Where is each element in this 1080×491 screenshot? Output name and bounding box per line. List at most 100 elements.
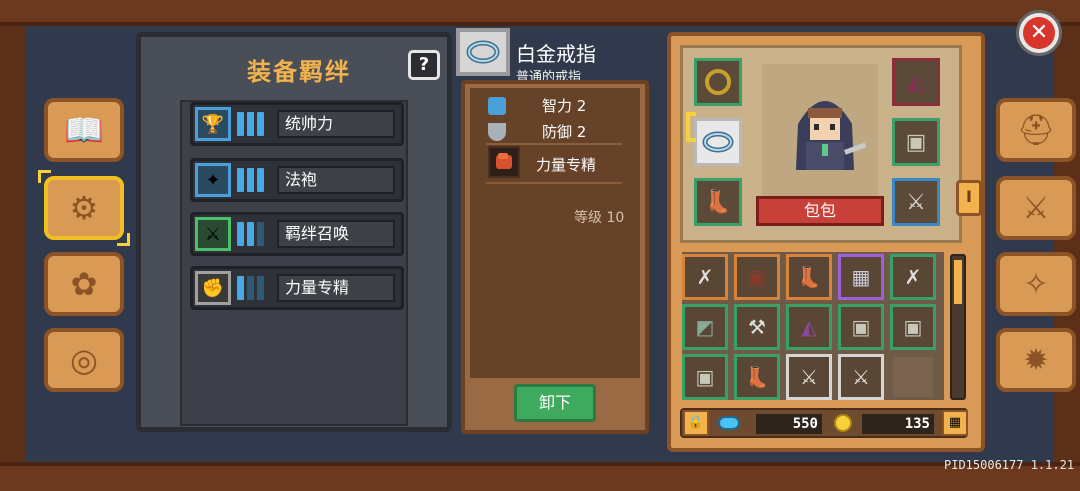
frame-left	[0, 26, 26, 462]
inventory-slot[interactable]: ✗	[890, 254, 936, 300]
ring-icon	[466, 40, 500, 64]
tab-vehicle[interactable]: ◎	[44, 328, 124, 392]
fist-icon: ✊	[195, 271, 231, 305]
book-icon: 📖	[64, 111, 104, 149]
compass-icon: ✧	[1023, 266, 1049, 302]
inventory-slot[interactable]: 👢	[786, 254, 832, 300]
ring-icon	[705, 69, 731, 95]
coin-icon	[834, 414, 852, 432]
crossbow-icon: ⚔	[800, 365, 818, 389]
boots-slot[interactable]: 👢	[694, 178, 742, 226]
frame-bottom	[0, 462, 1080, 491]
help-button[interactable]: ?	[408, 50, 440, 80]
divider	[486, 182, 622, 184]
lock-icon: 🔒	[687, 415, 705, 430]
inventory-slot[interactable]: ▣	[838, 304, 884, 350]
item-name: 白金戒指	[516, 42, 596, 66]
defense-shield-icon	[488, 122, 506, 141]
bond-row[interactable]: ✦ 法袍	[190, 158, 404, 202]
unequip-button[interactable]: 卸下	[514, 384, 596, 422]
scrollbar-thumb[interactable]	[954, 260, 962, 304]
gem-count: 550	[756, 414, 822, 434]
bond-list	[180, 100, 408, 426]
grid-icon: ▦	[948, 415, 962, 430]
steering-wheel-icon: ◎	[70, 341, 98, 379]
inventory-slot[interactable]: ◭	[786, 304, 832, 350]
axe-icon: ⚒	[748, 315, 766, 339]
cloak-slot[interactable]: ◭	[892, 58, 940, 106]
inventory-slot[interactable]: 👢	[734, 354, 780, 400]
inventory-scrollbar[interactable]	[950, 254, 966, 400]
bond-row[interactable]: 🏆 统帅力	[190, 102, 404, 146]
skill-name: 力量专精	[536, 156, 597, 174]
inventory-slot[interactable]: ◩	[682, 304, 728, 350]
tab-book[interactable]: 📖	[44, 98, 124, 162]
tab-equipment[interactable]: ⛑	[996, 98, 1076, 162]
inventory-slot[interactable]: ⚔	[838, 354, 884, 400]
hood-icon: ◭	[801, 315, 817, 339]
gem-icon	[718, 416, 740, 430]
inventory-slot[interactable]: ▣	[682, 354, 728, 400]
bond-row-label: 统帅力	[277, 110, 395, 138]
lock-button[interactable]: 🔒	[683, 410, 709, 436]
pet-icon: ✿	[70, 265, 98, 303]
coin-count: 135	[862, 414, 934, 434]
inventory-slot[interactable]: ▣	[890, 304, 936, 350]
bag-banner[interactable]: 包包	[756, 196, 884, 226]
trophy-icon: 🏆	[195, 107, 231, 141]
helmet-icon: ⛑	[1016, 112, 1056, 148]
bond-progress-bars	[237, 222, 264, 246]
armor-icon: ▣	[905, 129, 927, 155]
version-label: PID15006177 1.1.21	[944, 458, 1075, 472]
item-level: 等级 10	[574, 210, 625, 226]
inventory-slot[interactable]: ⚔	[786, 354, 832, 400]
armor-icon: ▣	[747, 265, 767, 289]
bond-row-label: 法袍	[277, 166, 395, 194]
crossbow-icon: ✗	[904, 265, 922, 289]
ring-slot-1[interactable]	[694, 58, 742, 106]
bond-row-label: 羁绊召唤	[277, 220, 395, 248]
fist-icon	[488, 146, 520, 178]
boots-icon: 👢	[796, 265, 822, 289]
armor-slot[interactable]: ▣	[892, 118, 940, 166]
crossed-swords-icon: ⚔	[1022, 190, 1050, 226]
summon-sword-icon: ⚔	[195, 217, 231, 251]
armor-icon: ▣	[695, 365, 715, 389]
close-icon: ✕	[1023, 17, 1055, 49]
inventory-slot[interactable]: ✗	[682, 254, 728, 300]
sort-button[interactable]: ▦	[942, 410, 968, 436]
tab-settings[interactable]: ✹	[996, 328, 1076, 392]
armor-icon: ▣	[903, 315, 923, 339]
ring-slot-2[interactable]	[694, 118, 742, 166]
bond-progress-bars	[237, 112, 264, 136]
chainmail-icon: ▦	[851, 265, 871, 289]
inventory-slot[interactable]: ▦	[838, 254, 884, 300]
tab-skills[interactable]: ✧	[996, 252, 1076, 316]
hood-icon: ◭	[907, 69, 925, 95]
character-avatar	[796, 101, 866, 170]
bond-progress-bars	[237, 276, 264, 300]
ring-icon	[702, 131, 734, 153]
cape-icon: ◩	[695, 315, 715, 339]
robe-icon: ✦	[195, 163, 231, 197]
armor-icon: ▣	[851, 315, 871, 339]
close-button[interactable]: ✕	[1016, 10, 1062, 56]
selection-marker	[686, 112, 696, 142]
bond-row-label: 力量专精	[277, 274, 395, 302]
bond-progress-bars	[237, 168, 264, 192]
gear-icon: ✹	[1023, 342, 1049, 378]
tab-pet[interactable]: ✿	[44, 252, 124, 316]
inventory-slot-empty[interactable]	[890, 354, 936, 400]
inventory-slot[interactable]: ⚒	[734, 304, 780, 350]
bond-title: 装备羁绊	[247, 58, 351, 86]
tab-equipment-bond[interactable]: ⚙	[38, 170, 130, 246]
sword-icon: ⚔	[906, 189, 926, 215]
inventory-slot[interactable]: ▣	[734, 254, 780, 300]
equipment-bond-icon: ⚙	[69, 189, 99, 227]
tab-weapons[interactable]: ⚔	[996, 176, 1076, 240]
intelligence-icon	[488, 96, 506, 115]
boots-icon: 👢	[744, 365, 770, 389]
bond-row[interactable]: ✊ 力量专精	[190, 266, 404, 310]
bond-row[interactable]: ⚔ 羁绊召唤	[190, 212, 404, 256]
weapon-slot[interactable]: ⚔	[892, 178, 940, 226]
